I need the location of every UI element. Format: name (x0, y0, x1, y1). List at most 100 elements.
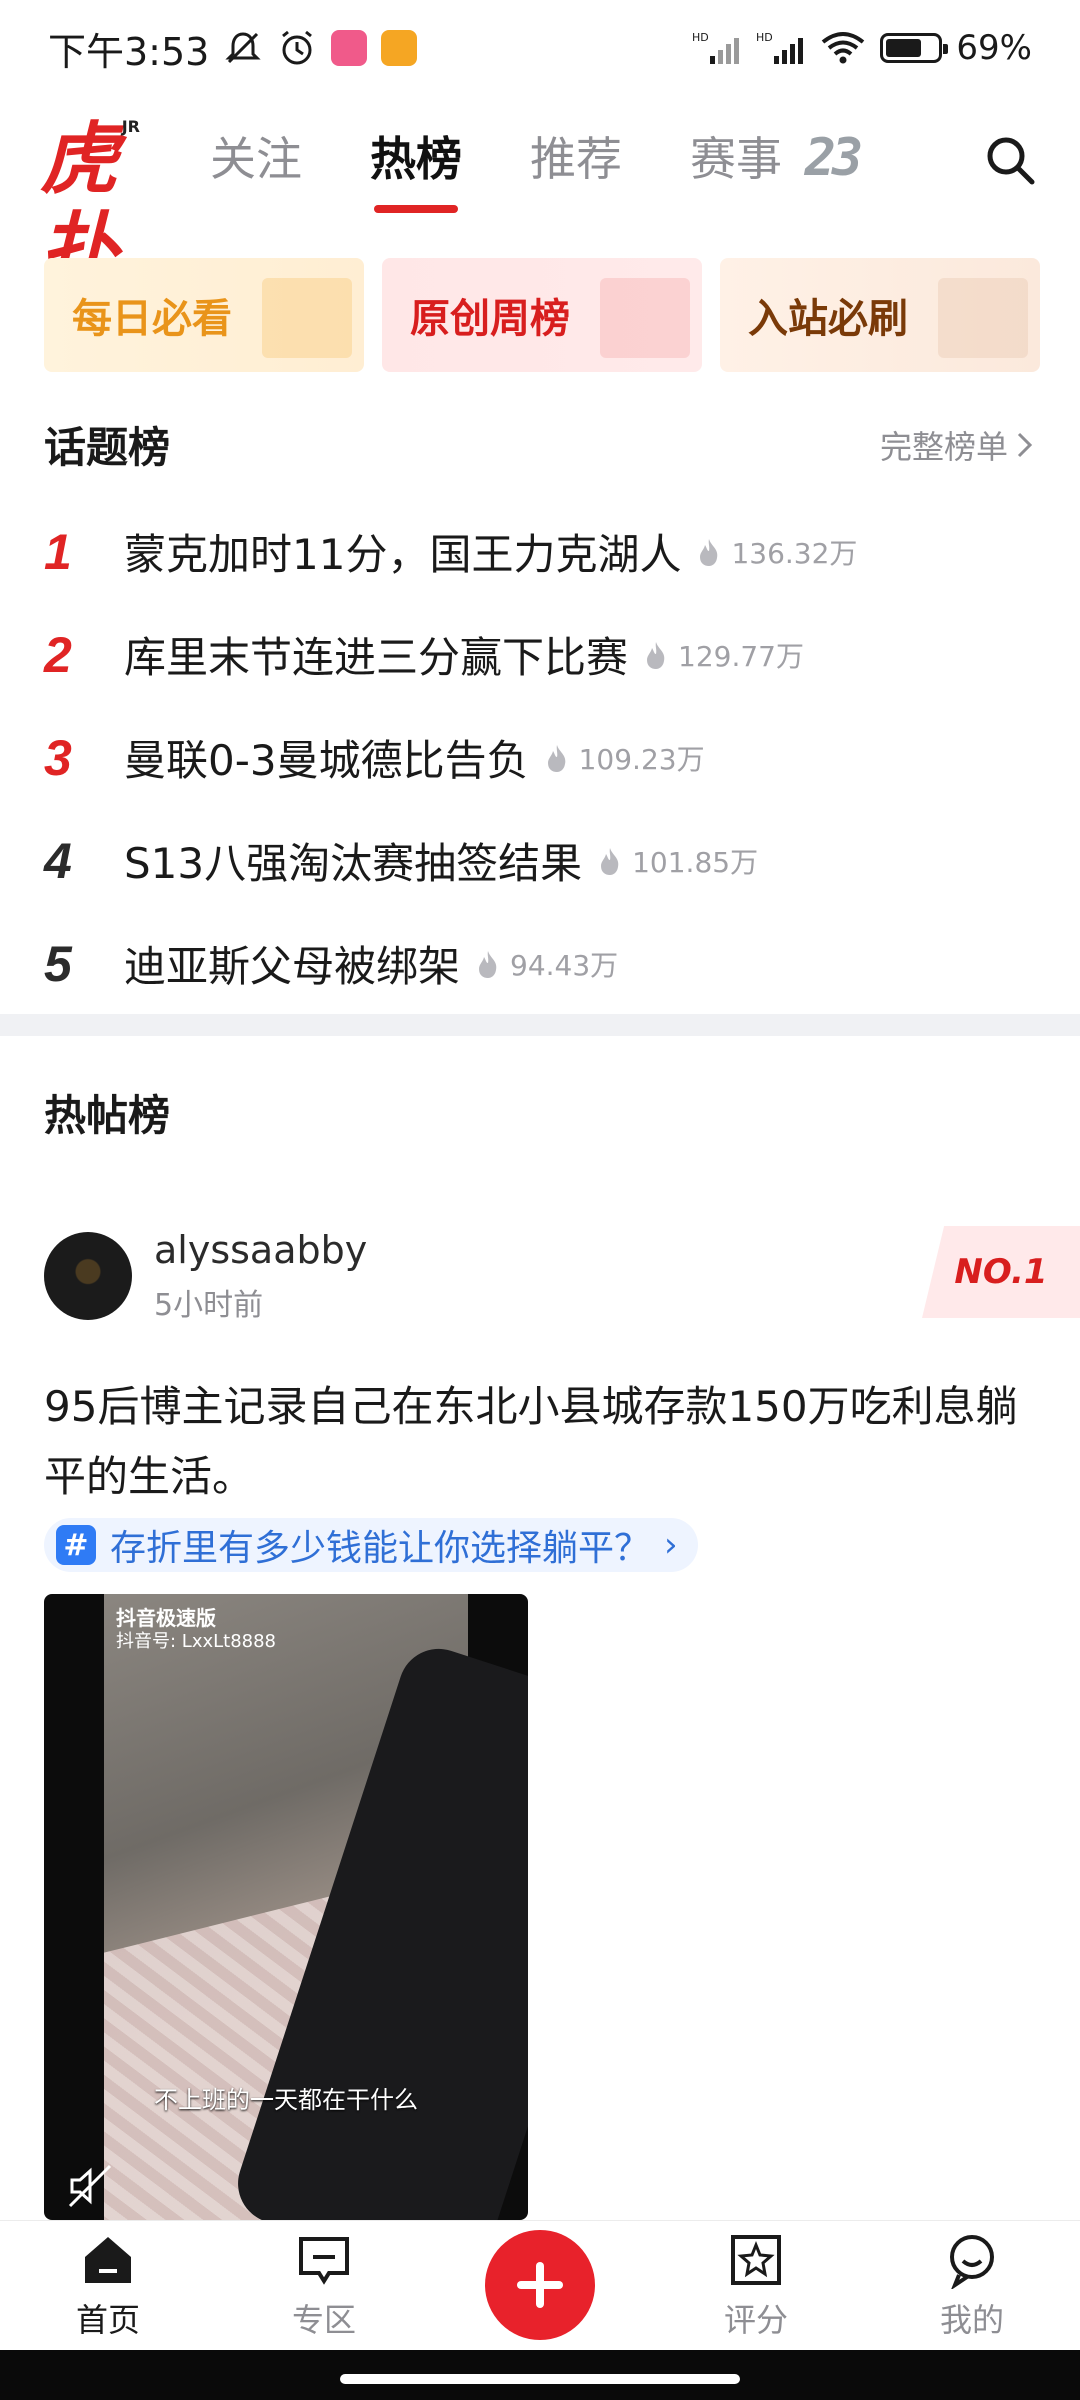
battery-text: 69% (956, 28, 1032, 68)
trophy-icon (600, 278, 690, 358)
topic-heat: 129.77万 (644, 635, 804, 675)
post-video[interactable]: 抖音极速版 抖音号: LxxLt8888 不上班的一天都在干什么 (44, 1594, 528, 2220)
topic-row[interactable]: 3 曼联0-3曼城德比告负 109.23万 (44, 706, 1036, 809)
topic-heat-value: 136.32万 (731, 536, 858, 570)
topic-row[interactable]: 1 蒙克加时11分，国王力克湖人 136.32万 (44, 500, 1036, 603)
mute-bell-icon (225, 32, 261, 64)
status-left: 下午3:53 (48, 21, 418, 76)
tab-hot[interactable]: 热榜 (370, 113, 462, 207)
card-weekly-label: 原创周榜 (410, 296, 570, 342)
card-daily-label: 每日必看 (72, 296, 232, 342)
tab-recommend[interactable]: 推荐 (530, 113, 622, 207)
signal-icon-2: HD (756, 31, 804, 64)
hashtag-icon: # (56, 1525, 96, 1565)
chevron-right-icon: › (664, 1525, 678, 1565)
card-daily-must-see[interactable]: 每日必看 (44, 258, 364, 372)
topic-title: 迪亚斯父母被绑架 (124, 942, 461, 991)
author-info: alyssaabby 5小时前 (154, 1228, 367, 1324)
post-author[interactable]: alyssaabby 5小时前 (44, 1228, 367, 1324)
topic-rank: 3 (44, 729, 72, 786)
tab-profile[interactable]: 我的 (864, 2221, 1080, 2350)
card-original-weekly[interactable]: 原创周榜 (382, 258, 702, 372)
topic-heat: 101.85万 (598, 841, 758, 881)
home-indicator[interactable] (340, 2374, 740, 2384)
avatar[interactable] (44, 1232, 132, 1320)
tab-profile-label: 我的 (939, 2300, 1004, 2339)
topic-title: S13八强淘汰赛抽签结果 (124, 839, 583, 888)
topic-row[interactable]: 2 库里末节连进三分赢下比赛 129.77万 (44, 603, 1036, 706)
topic-heat-value: 94.43万 (510, 948, 619, 982)
video-watermark: 抖音极速版 抖音号: LxxLt8888 (116, 1606, 276, 1654)
status-time: 下午3:53 (48, 29, 210, 74)
alarm-icon (282, 30, 313, 65)
topic-title: 库里末节连进三分赢下比赛 (124, 633, 629, 682)
tab-zone-label: 专区 (291, 2300, 356, 2339)
post-topic-tag[interactable]: # 存折里有多少钱能让你选择躺平？ › (44, 1518, 698, 1572)
tab-follow-label: 关注 (210, 132, 302, 186)
rank-badge: NO.1 (922, 1226, 1080, 1318)
svg-text:HD: HD (756, 31, 773, 44)
topic-row[interactable]: 4 S13八强淘汰赛抽签结果 101.85万 (44, 809, 1036, 912)
post-time: 5小时前 (154, 1288, 264, 1323)
author-name[interactable]: alyssaabby (154, 1228, 367, 1272)
tab-home[interactable]: 首页 (0, 2221, 216, 2350)
search-icon[interactable] (980, 130, 1040, 190)
feature-cards: 每日必看 原创周榜 入站必刷 (44, 258, 1040, 372)
tab-hot-label: 热榜 (370, 132, 462, 186)
wifi-icon (822, 32, 865, 64)
post-title[interactable]: 95后博主记录自己在东北小县城存款150万吃利息躺平的生活。 (44, 1372, 1040, 1512)
zone-icon (299, 2236, 349, 2285)
topic-rank: 1 (44, 523, 72, 580)
flame-icon (479, 950, 497, 978)
plus-icon (517, 2261, 563, 2308)
home-icon (85, 2236, 131, 2283)
logo-sub: JR (121, 117, 140, 136)
tab-zone[interactable]: 专区 (216, 2221, 432, 2350)
full-list-link[interactable]: 完整榜单 (880, 422, 1036, 468)
tab-post[interactable] (432, 2221, 648, 2350)
folder-star-icon (262, 278, 352, 358)
topic-row[interactable]: 5 迪亚斯父母被绑架 94.43万 (44, 912, 1036, 1015)
tab-recommend-label: 推荐 (530, 132, 622, 186)
bottom-tab-bar: 首页 专区 评分 我的 (0, 2220, 1080, 2350)
chevron-right-icon (1017, 432, 1033, 457)
flame-icon (700, 538, 718, 566)
top-nav: 虎扑 JR 关注 热榜 推荐 赛事 23 (0, 100, 1080, 295)
create-post-button[interactable] (485, 2229, 595, 2340)
video-frame (104, 1594, 528, 2220)
hot-posts-title: 热帖榜 (44, 1091, 171, 1140)
battery-icon (880, 33, 949, 63)
topic-heat-value: 109.23万 (578, 742, 705, 776)
topic-title: 曼联0-3曼城德比告负 (124, 736, 529, 785)
svg-text:HD: HD (692, 31, 709, 44)
status-bar: 下午3:53 HD HD 69% (0, 0, 1080, 96)
topic-list: 1 蒙克加时11分，国王力克湖人 136.32万 2 库里末节连进三分赢下比赛 … (44, 500, 1036, 1015)
full-list-label: 完整榜单 (879, 427, 1008, 466)
card-newcomer-must-read[interactable]: 入站必刷 (720, 258, 1040, 372)
flame-icon (647, 641, 665, 669)
app-logo[interactable]: 虎扑 JR (40, 115, 150, 295)
topic-rank: 4 (44, 832, 72, 889)
tab-events-label: 赛事 (690, 132, 782, 186)
bilibili-app-icon (331, 30, 368, 66)
signal-icon-1: HD (692, 31, 740, 64)
video-caption: 不上班的一天都在干什么 (154, 2086, 418, 2114)
nav-tabs: 关注 热榜 推荐 赛事 23 (210, 113, 863, 207)
mute-icon[interactable] (66, 2162, 114, 2210)
flame-icon (601, 847, 619, 875)
quote-icon (938, 278, 1028, 358)
flame-icon (547, 744, 565, 772)
topic-board-title: 话题榜 (44, 423, 171, 472)
topic-heat: 109.23万 (545, 738, 705, 778)
tab-rating[interactable]: 评分 (648, 2221, 864, 2350)
tab-follow[interactable]: 关注 (210, 113, 302, 207)
topic-heat-value: 101.85万 (632, 845, 759, 879)
profile-icon (950, 2234, 994, 2289)
card-newbie-label: 入站必刷 (748, 296, 908, 342)
tab-events[interactable]: 赛事 23 (690, 113, 863, 207)
post-topic-text: 存折里有多少钱能让你选择躺平？ (110, 1528, 651, 1569)
watermark-id: 抖音号: LxxLt8888 (116, 1631, 277, 1652)
topic-heat: 94.43万 (476, 944, 618, 984)
topic-rank: 2 (44, 626, 72, 683)
hot-posts-header: 热帖榜 (44, 1082, 1036, 1143)
